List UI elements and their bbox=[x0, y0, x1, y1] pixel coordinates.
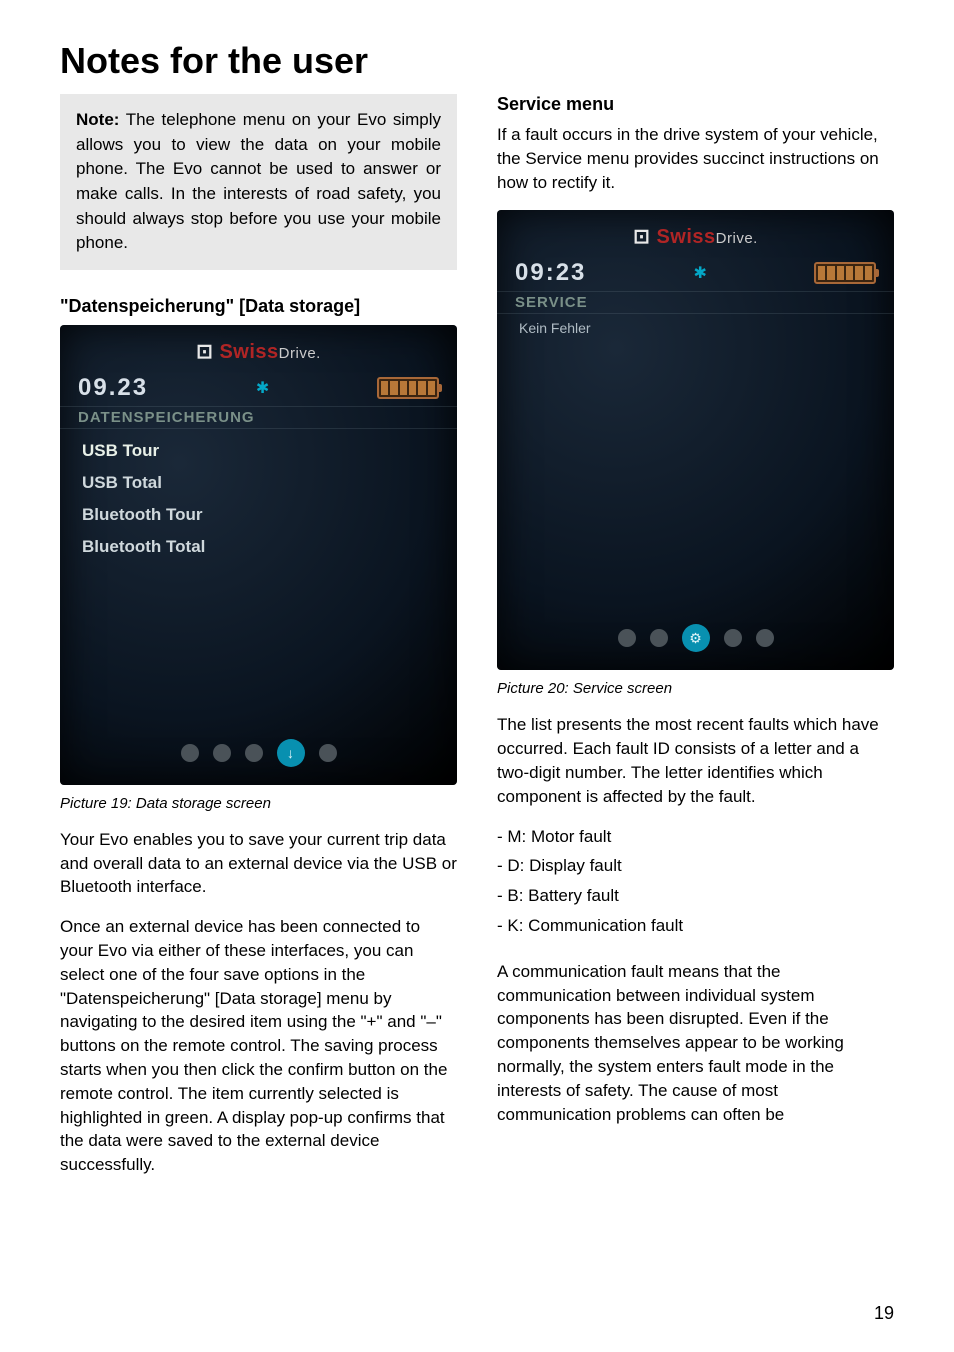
menu-item-bt-tour: Bluetooth Tour bbox=[82, 499, 435, 531]
content-columns: Note: The telephone menu on your Evo sim… bbox=[60, 94, 894, 1193]
menu-list: USB Tour USB Total Bluetooth Tour Blueto… bbox=[60, 435, 457, 625]
left-column: Note: The telephone menu on your Evo sim… bbox=[60, 94, 457, 1193]
note-text: The telephone menu on your Evo simply al… bbox=[76, 110, 441, 252]
page-indicator: ⚙ bbox=[497, 610, 894, 662]
dot-icon bbox=[245, 744, 263, 762]
clock-time: 09:23 bbox=[515, 259, 586, 287]
figure-caption-20: Picture 20: Service screen bbox=[497, 680, 894, 697]
dot-icon bbox=[724, 629, 742, 647]
menu-item-bt-total: Bluetooth Total bbox=[82, 531, 435, 563]
right-column: Service menu If a fault occurs in the dr… bbox=[497, 94, 894, 1193]
screen-header: SERVICE bbox=[497, 291, 894, 314]
fault-motor: - M: Motor fault bbox=[497, 825, 894, 849]
service-body: Kein Fehler bbox=[497, 320, 894, 610]
fault-battery: - B: Battery fault bbox=[497, 884, 894, 908]
menu-item-usb-total: USB Total bbox=[82, 467, 435, 499]
right-para-2: A communication fault means that the com… bbox=[497, 960, 894, 1127]
fault-display: - D: Display fault bbox=[497, 854, 894, 878]
device-logo: ⊡ SwissDrive. bbox=[497, 224, 894, 249]
data-storage-heading: "Datenspeicherung" [Data storage] bbox=[60, 296, 457, 317]
page-indicator: ↓ bbox=[60, 725, 457, 777]
battery-icon bbox=[377, 377, 439, 399]
dot-icon bbox=[650, 629, 668, 647]
page-number: 19 bbox=[874, 1303, 894, 1324]
dot-icon bbox=[319, 744, 337, 762]
dot-icon bbox=[756, 629, 774, 647]
right-para-1: The list presents the most recent faults… bbox=[497, 713, 894, 808]
bluetooth-icon: ✱ bbox=[256, 378, 269, 398]
data-storage-screenshot: ⊡ SwissDrive. 09.23 ✱ DATENSPEICHERUNG U… bbox=[60, 325, 457, 785]
right-intro: If a fault occurs in the drive system of… bbox=[497, 123, 894, 194]
fault-list: - M: Motor fault - D: Display fault - B:… bbox=[497, 825, 894, 944]
clock-time: 09.23 bbox=[78, 374, 148, 402]
bluetooth-icon: ✱ bbox=[693, 263, 706, 283]
page-title: Notes for the user bbox=[60, 40, 894, 82]
dot-icon bbox=[213, 744, 231, 762]
battery-icon bbox=[814, 262, 876, 284]
note-label: Note: bbox=[76, 110, 119, 129]
figure-caption-19: Picture 19: Data storage screen bbox=[60, 795, 457, 812]
download-icon: ↓ bbox=[277, 739, 305, 767]
left-para-1: Your Evo enables you to save your curren… bbox=[60, 828, 457, 899]
dot-icon bbox=[618, 629, 636, 647]
screen-header: DATENSPEICHERUNG bbox=[60, 406, 457, 429]
note-box: Note: The telephone menu on your Evo sim… bbox=[60, 94, 457, 270]
service-screenshot: ⊡ SwissDrive. 09:23 ✱ SERVICE Kein Fehle… bbox=[497, 210, 894, 670]
gear-icon: ⚙ bbox=[682, 624, 710, 652]
fault-communication: - K: Communication fault bbox=[497, 914, 894, 938]
status-bar: 09.23 ✱ bbox=[60, 374, 457, 402]
left-para-2: Once an external device has been connect… bbox=[60, 915, 457, 1177]
menu-item-usb-tour: USB Tour bbox=[82, 435, 435, 467]
dot-icon bbox=[181, 744, 199, 762]
status-bar: 09:23 ✱ bbox=[497, 259, 894, 287]
service-menu-heading: Service menu bbox=[497, 94, 894, 115]
device-logo: ⊡ SwissDrive. bbox=[60, 339, 457, 364]
